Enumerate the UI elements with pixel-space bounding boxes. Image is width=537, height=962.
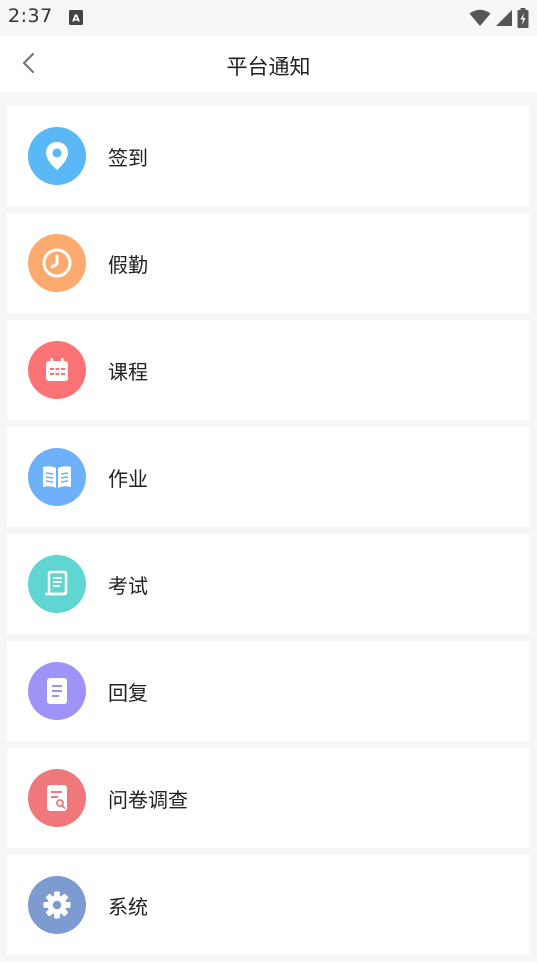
book-icon [28,448,86,506]
list-item-label: 作业 [108,467,148,491]
list-item-label: 假勤 [108,253,148,277]
list-item-label: 课程 [108,360,148,384]
list-item-reply[interactable]: 回复 [7,641,530,741]
page-title: 平台通知 [226,55,311,79]
location-pin-icon [28,127,86,185]
calendar-icon [28,341,86,399]
notification-category-list: 签到 假勤 课程 作业 考试 回复 问卷调查 系统 [7,106,530,962]
svg-text:A: A [72,14,80,25]
list-item-homework[interactable]: 作业 [7,427,530,527]
document-icon [28,662,86,720]
list-item-survey[interactable]: 问卷调查 [7,748,530,848]
status-time: 2:37 [8,5,53,27]
cell-signal-icon [495,9,513,31]
list-item-check-in[interactable]: 签到 [7,106,530,206]
app-notification-icon: A [69,10,83,25]
list-item-leave[interactable]: 假勤 [7,213,530,313]
status-indicators [469,8,529,32]
gear-icon [28,876,86,934]
list-item-label: 系统 [108,895,148,919]
list-item-label: 回复 [108,681,148,705]
clock-icon [28,234,86,292]
app-header: 平台通知 [0,36,537,92]
list-item-label: 考试 [108,574,148,598]
list-item-label: 问卷调查 [108,788,188,812]
list-item-label: 签到 [108,146,148,170]
battery-charging-icon [517,8,529,32]
list-item-exam[interactable]: 考试 [7,534,530,634]
survey-icon [28,769,86,827]
wifi-icon [469,9,491,31]
list-item-system[interactable]: 系统 [7,855,530,955]
scroll-icon [28,555,86,613]
list-item-course[interactable]: 课程 [7,320,530,420]
status-bar: 2:37 A [0,0,537,36]
